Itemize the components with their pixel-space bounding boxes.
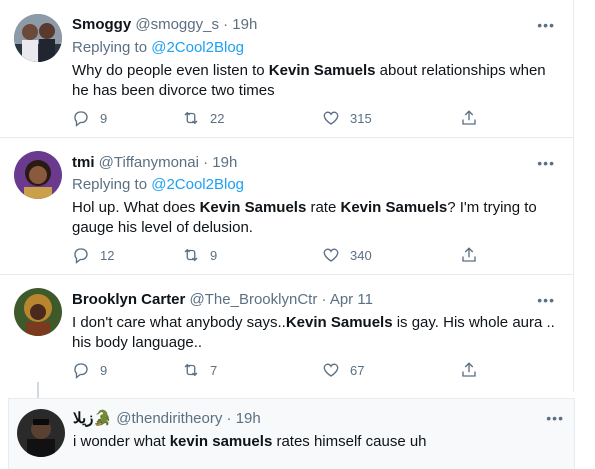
reply-count: 9 [100, 362, 108, 378]
like-button[interactable]: 315 [322, 109, 372, 127]
author-name[interactable]: Brooklyn Carter [72, 291, 185, 308]
text-segment: Hol up. What does [72, 199, 200, 216]
retweet-icon [184, 111, 198, 125]
tweet-header: Brooklyn Carter @The_BrooklynCtr · Apr 1… [72, 291, 373, 308]
like-button[interactable]: 340 [322, 246, 372, 264]
replying-to-label: Replying to [72, 39, 152, 56]
share-icon [462, 362, 476, 377]
tweet-4[interactable]: زيلا🐊 @thendiritheory · 19h ••• i wonder… [8, 398, 575, 469]
timeline-panel: Smoggy @smoggy_s · 19h ••• Replying to @… [0, 0, 574, 392]
text-bold-segment: Kevin Samuels [340, 199, 448, 216]
share-button[interactable] [460, 246, 478, 264]
share-button[interactable] [460, 361, 478, 379]
avatar-tmi[interactable] [14, 151, 62, 199]
timestamp[interactable]: · 19h [227, 410, 261, 427]
text-segment: rates himself cause uh [272, 433, 427, 450]
more-options-icon[interactable]: ••• [546, 410, 564, 426]
tweet-1[interactable]: Smoggy @smoggy_s · 19h ••• Replying to @… [0, 0, 573, 138]
reply-button[interactable]: 9 [72, 361, 107, 379]
retweet-button[interactable]: 22 [182, 109, 224, 127]
replying-to-label: Replying to [72, 176, 152, 193]
retweet-count: 22 [210, 110, 225, 126]
retweet-icon [184, 248, 198, 262]
text-bold-segment: Kevin Samuels [285, 314, 393, 331]
text-bold-segment: kevin samuels [169, 433, 273, 450]
author-name[interactable]: زيلا [73, 410, 93, 427]
heart-icon [323, 248, 339, 262]
tweet-3[interactable]: Brooklyn Carter @The_BrooklynCtr · Apr 1… [0, 275, 573, 391]
more-options-icon[interactable]: ••• [537, 155, 555, 171]
author-name[interactable]: Smoggy [72, 16, 131, 33]
author-handle[interactable]: @smoggy_s [135, 16, 219, 33]
replying-to-handle[interactable]: @2Cool2Blog [151, 176, 244, 193]
text-segment: i wonder what [73, 433, 170, 450]
share-icon [462, 110, 476, 125]
tweet-text: i wonder what kevin samuels rates himsel… [73, 432, 558, 452]
more-options-icon[interactable]: ••• [537, 292, 555, 308]
like-count: 315 [350, 110, 372, 126]
crocodile-icon: 🐊 [93, 410, 113, 427]
retweet-button[interactable]: 9 [182, 246, 217, 264]
author-handle[interactable]: @thendiritheory [116, 410, 222, 427]
retweet-count: 9 [210, 247, 218, 263]
avatar-thendiritheory[interactable] [17, 409, 65, 457]
more-options-icon[interactable]: ••• [537, 17, 555, 33]
retweet-icon [184, 363, 198, 377]
timestamp[interactable]: · Apr 11 [322, 291, 373, 308]
tweet-header: tmi @Tiffanymonai · 19h [72, 154, 237, 171]
text-segment: Why do people even listen to [72, 62, 269, 79]
retweet-button[interactable]: 7 [182, 361, 217, 379]
replying-to: Replying to @2Cool2Blog [72, 176, 244, 193]
reply-button[interactable]: 12 [72, 246, 114, 264]
tweet-2[interactable]: tmi @Tiffanymonai · 19h ••• Replying to … [0, 138, 573, 275]
tweet-header: Smoggy @smoggy_s · 19h [72, 16, 257, 33]
tweet-header: زيلا🐊 @thendiritheory · 19h [73, 409, 261, 427]
timestamp[interactable]: · 19h [203, 154, 237, 171]
heart-icon [323, 363, 339, 377]
reply-count: 12 [100, 247, 115, 263]
text-segment: I don't care what anybody says.. [72, 314, 286, 331]
share-button[interactable] [460, 109, 478, 127]
tweet-text: Hol up. What does Kevin Samuels rate Kev… [72, 198, 557, 238]
avatar-image [14, 151, 62, 199]
share-icon [462, 247, 476, 262]
avatar-brooklyn-carter[interactable] [14, 288, 62, 336]
reply-icon [74, 363, 88, 379]
tweet-actions: 12 9 340 [72, 246, 492, 266]
heart-icon [323, 111, 339, 125]
thread-connector [37, 382, 39, 398]
tweet-text: Why do people even listen to Kevin Samue… [72, 61, 557, 101]
like-button[interactable]: 67 [322, 361, 364, 379]
reply-icon [74, 248, 88, 264]
avatar-smoggy[interactable] [14, 14, 62, 62]
text-bold-segment: Kevin Samuels [268, 62, 376, 79]
retweet-count: 7 [210, 362, 218, 378]
avatar-image [14, 288, 62, 336]
timestamp[interactable]: · 19h [223, 16, 257, 33]
reply-button[interactable]: 9 [72, 109, 107, 127]
like-count: 67 [350, 362, 365, 378]
author-handle[interactable]: @The_BrooklynCtr [190, 291, 318, 308]
author-handle[interactable]: @Tiffanymonai [99, 154, 199, 171]
replying-to-handle[interactable]: @2Cool2Blog [151, 39, 244, 56]
text-segment: rate [306, 199, 341, 216]
reply-count: 9 [100, 110, 108, 126]
avatar-image [14, 14, 62, 62]
tweet-actions: 9 7 67 [72, 361, 492, 381]
like-count: 340 [350, 247, 372, 263]
tweet-text: I don't care what anybody says..Kevin Sa… [72, 313, 557, 353]
author-name[interactable]: tmi [72, 154, 95, 171]
text-bold-segment: Kevin Samuels [199, 199, 307, 216]
replying-to: Replying to @2Cool2Blog [72, 39, 244, 56]
tweet-actions: 9 22 315 [72, 109, 492, 129]
avatar-image [17, 409, 65, 457]
reply-icon [74, 111, 88, 127]
